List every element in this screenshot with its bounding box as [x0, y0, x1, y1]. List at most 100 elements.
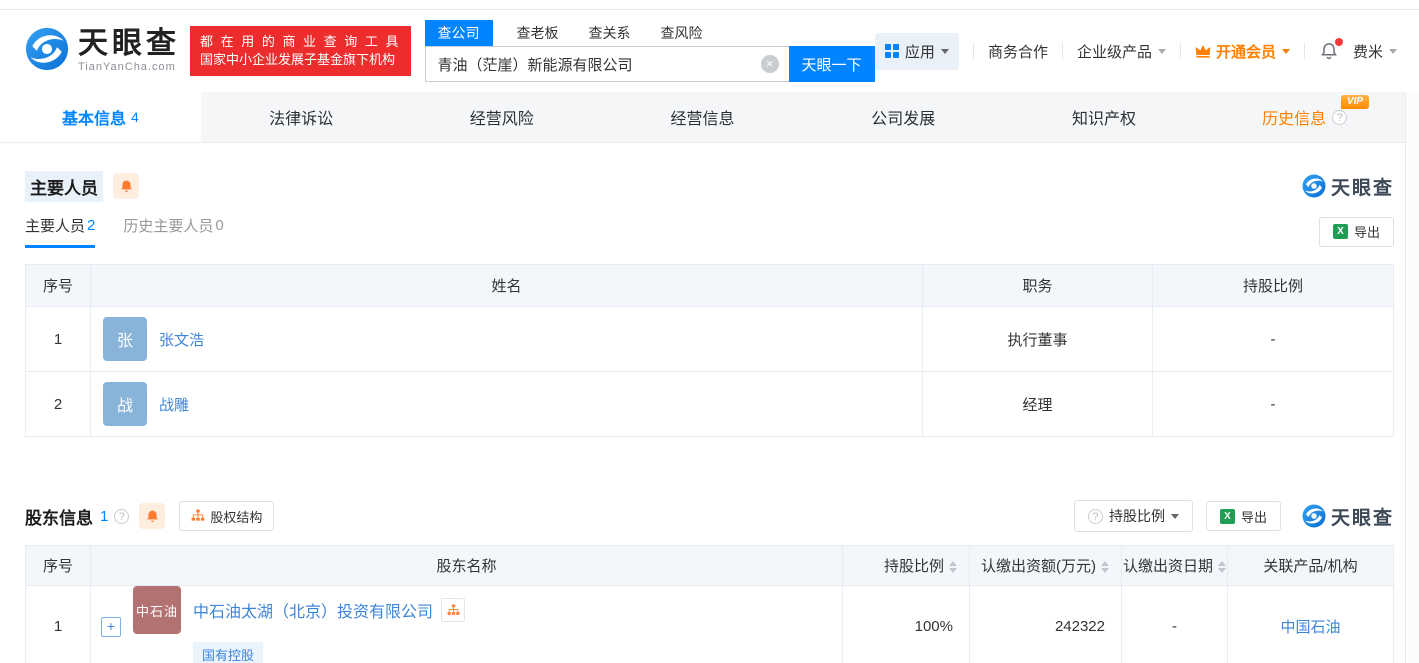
person-name-link[interactable]: 战雕: [159, 394, 189, 415]
table-header-row: 序号 姓名 职务 持股比例: [25, 264, 1394, 307]
nav-enterprise-products[interactable]: 企业级产品: [1077, 41, 1166, 62]
divider: [1179, 43, 1181, 59]
avatar[interactable]: 战: [103, 382, 147, 426]
user-menu[interactable]: 费米: [1353, 41, 1397, 62]
tianyancha-watermark: 天眼查: [1302, 503, 1394, 530]
apps-grid-icon: [884, 44, 899, 58]
chevron-down-icon: [1157, 48, 1166, 54]
shareholder-ratio: 100%: [842, 585, 970, 663]
help-icon: ?: [1087, 508, 1103, 524]
col-ratio: 持股比例: [1152, 264, 1394, 307]
chevron-down-icon: [1170, 513, 1179, 519]
slogan-line2: 国家中小企业发展子基金旗下机构: [200, 52, 396, 67]
shareholders-section: 股东信息 1 ? 股权结构 ? 持股比例 X 导出 天眼查 序号 股东名称 持股…: [25, 500, 1394, 663]
table-row: 1 + 中石油 中石油太湖（北京）投资有限公司 国有控股 100% 242322…: [25, 585, 1394, 663]
org-chart-icon: [447, 604, 459, 615]
search-tab-relation[interactable]: 查关系: [589, 20, 631, 46]
people-tab-history[interactable]: 历史主要人员 0: [123, 215, 223, 248]
table-row: 2 战 战雕 经理 -: [25, 371, 1394, 437]
nav-business-cooperation[interactable]: 商务合作: [988, 41, 1048, 62]
tab-company-development[interactable]: 公司发展: [803, 92, 1004, 142]
search-tab-boss[interactable]: 查老板: [517, 20, 559, 46]
subscribe-bell-icon[interactable]: [139, 503, 166, 529]
watermark-swirl-icon: [1302, 174, 1326, 198]
excel-icon: X: [1219, 508, 1235, 524]
logo-swirl-icon: [25, 27, 69, 76]
apps-label: 应用: [904, 43, 935, 61]
search-button[interactable]: 天眼一下: [788, 46, 875, 82]
top-strip: [0, 0, 1419, 10]
sort-icon[interactable]: [1218, 561, 1226, 574]
tab-count: 4: [130, 109, 139, 125]
equity-structure-button[interactable]: 股权结构: [179, 501, 275, 531]
slogan-line1: 都 在 用 的 商 业 查 询 工 具: [200, 34, 401, 49]
chevron-down-icon: [1281, 48, 1290, 54]
tab-operation-risk[interactable]: 经营风险: [401, 92, 602, 142]
scrollbar[interactable]: [1405, 93, 1419, 663]
shareholder-name-link[interactable]: 中石油太湖（北京）投资有限公司: [193, 598, 433, 622]
search-tab-risk[interactable]: 查风险: [661, 20, 703, 46]
help-icon[interactable]: ?: [1332, 109, 1348, 125]
equity-chart-button[interactable]: [441, 598, 466, 622]
col-amount[interactable]: 认缴出资额(万元): [969, 545, 1122, 586]
help-icon[interactable]: ?: [114, 508, 130, 524]
clear-icon[interactable]: ×: [760, 55, 779, 73]
tab-legal-proceedings[interactable]: 法律诉讼: [201, 92, 402, 142]
search-tab-company[interactable]: 查公司: [424, 20, 493, 46]
avatar[interactable]: 中石油: [133, 586, 181, 634]
sort-icon[interactable]: [1101, 561, 1109, 574]
expand-button[interactable]: +: [101, 616, 121, 637]
nav-open-vip[interactable]: 开通会员: [1195, 41, 1290, 62]
tab-operation-info[interactable]: 经营信息: [602, 92, 803, 142]
avatar[interactable]: 张: [103, 317, 147, 361]
main-tab-bar: 基本信息 4 法律诉讼 经营风险 经营信息 公司发展 知识产权 VIP 历史信息…: [0, 92, 1405, 143]
main-content: 主要人员 天眼查 主要人员 2 历史主要人员 0 X 导出 序号 姓名 职务 持…: [0, 170, 1405, 663]
row-index: 1: [25, 585, 91, 663]
table-row: 1 张 张文浩 执行董事 -: [25, 306, 1394, 372]
shareholder-amount: 242322: [969, 585, 1122, 663]
export-button[interactable]: X 导出: [1318, 216, 1394, 247]
search-area: 查公司 查老板 查关系 查风险 × 天眼一下: [424, 20, 875, 82]
person-position: 执行董事: [922, 306, 1153, 372]
crown-icon: [1195, 45, 1211, 58]
people-table: 序号 姓名 职务 持股比例 1 张 张文浩 执行董事 - 2 战 战雕 经理 -: [25, 264, 1394, 437]
tianyancha-logo[interactable]: 天眼查 TianYanCha.com: [25, 27, 180, 76]
col-date[interactable]: 认缴出资日期: [1121, 545, 1228, 586]
divider: [1303, 43, 1305, 59]
person-ratio: -: [1152, 371, 1394, 437]
related-product-link[interactable]: 中国石油: [1280, 619, 1340, 636]
watermark-swirl-icon: [1302, 504, 1326, 528]
search-tabs: 查公司 查老板 查关系 查风险: [424, 20, 875, 46]
logo-title: 天眼查: [78, 27, 180, 60]
col-shareholder-name: 股东名称: [90, 545, 843, 586]
subscribe-bell-icon[interactable]: [113, 173, 139, 199]
notification-bell-icon[interactable]: [1319, 38, 1343, 61]
org-chart-icon: [191, 509, 205, 521]
page: 天眼查 TianYanCha.com 都 在 用 的 商 业 查 询 工 具 国…: [0, 0, 1419, 663]
slogan-badge: 都 在 用 的 商 业 查 询 工 具 国家中小企业发展子基金旗下机构: [190, 26, 411, 76]
excel-icon: X: [1332, 224, 1348, 239]
col-name: 姓名: [90, 264, 923, 307]
col-related: 关联产品/机构: [1227, 545, 1394, 586]
divider: [1061, 43, 1063, 59]
search-input[interactable]: [424, 46, 789, 82]
tab-intellectual-property[interactable]: 知识产权: [1004, 92, 1205, 142]
row-index: 2: [25, 371, 91, 437]
chevron-down-icon: [1389, 48, 1397, 54]
col-ratio[interactable]: 持股比例: [842, 545, 970, 586]
row-index: 1: [25, 306, 91, 372]
tab-history-info[interactable]: VIP 历史信息 ?: [1204, 92, 1405, 142]
tab-count: 2: [87, 217, 96, 234]
state-owned-tag: 国有控股: [193, 642, 264, 663]
tab-basic-info[interactable]: 基本信息 4: [0, 92, 201, 142]
ratio-dropdown-button[interactable]: ? 持股比例: [1073, 500, 1193, 532]
logo-domain: TianYanCha.com: [78, 61, 176, 73]
sort-icon[interactable]: [949, 561, 957, 574]
person-ratio: -: [1152, 306, 1394, 372]
tianyancha-watermark: 天眼查: [1302, 173, 1394, 200]
apps-menu[interactable]: 应用: [874, 32, 959, 70]
people-tab-current[interactable]: 主要人员 2: [25, 215, 96, 248]
people-section: 主要人员 天眼查 主要人员 2 历史主要人员 0 X 导出 序号 姓名 职务 持…: [25, 170, 1394, 437]
export-button[interactable]: X 导出: [1205, 501, 1281, 531]
person-name-link[interactable]: 张文浩: [159, 329, 204, 350]
